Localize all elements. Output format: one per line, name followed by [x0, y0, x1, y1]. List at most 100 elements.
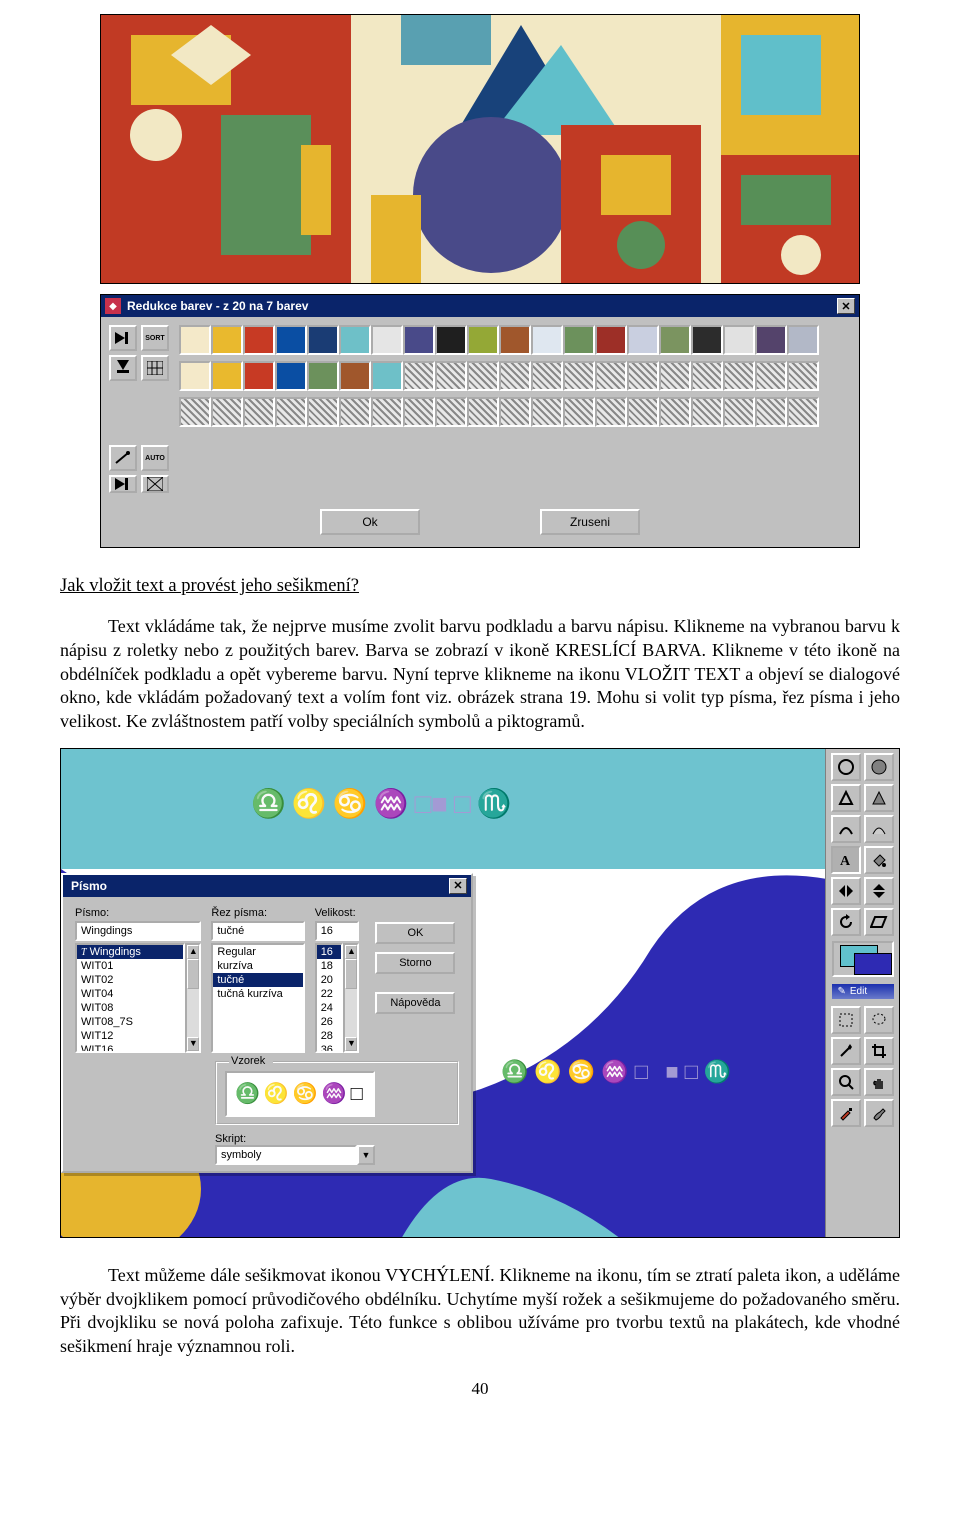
- arrow-right-button[interactable]: [109, 325, 137, 351]
- list-item[interactable]: 24: [317, 1001, 342, 1015]
- palette-swatch[interactable]: [179, 325, 211, 355]
- list-item[interactable]: 18: [317, 959, 342, 973]
- palette-swatch[interactable]: [179, 361, 211, 391]
- palette-swatch[interactable]: [755, 361, 787, 391]
- palette-swatch[interactable]: [499, 361, 531, 391]
- list-item[interactable]: WIT08: [77, 1001, 183, 1015]
- palette-swatch[interactable]: [531, 361, 563, 391]
- bucket-tool-icon[interactable]: [864, 846, 894, 874]
- grid-button[interactable]: [141, 355, 169, 381]
- list-item[interactable]: 36: [317, 1043, 342, 1053]
- palette-swatch[interactable]: [435, 325, 467, 355]
- font-help-button[interactable]: Nápověda: [375, 992, 455, 1014]
- list-item[interactable]: WIT01: [77, 959, 183, 973]
- palette-swatch[interactable]: [723, 397, 755, 427]
- polygon-tool-icon[interactable]: [831, 784, 861, 812]
- palette-swatch[interactable]: [211, 325, 243, 355]
- auto-button[interactable]: AUTO: [141, 445, 169, 471]
- palette-swatch[interactable]: [467, 361, 499, 391]
- list-item[interactable]: kurzíva: [213, 959, 302, 973]
- palette-swatch[interactable]: [563, 325, 595, 355]
- list-item[interactable]: tučná kurzíva: [213, 987, 302, 1001]
- list-item[interactable]: tučné: [213, 973, 302, 987]
- palette-swatch[interactable]: [275, 397, 307, 427]
- curve-tool-icon[interactable]: [831, 815, 861, 843]
- palette-swatch[interactable]: [595, 361, 627, 391]
- brush-tool-icon[interactable]: [864, 1099, 894, 1127]
- flip-h-tool-icon[interactable]: [831, 877, 861, 905]
- palette-swatch[interactable]: [787, 361, 819, 391]
- font-ok-button[interactable]: OK: [375, 922, 455, 944]
- palette-swatch[interactable]: [627, 361, 659, 391]
- palette-swatch[interactable]: [659, 397, 691, 427]
- list-item[interactable]: WIT02: [77, 973, 183, 987]
- list-item[interactable]: 22: [317, 987, 342, 1001]
- list-item[interactable]: WIT12: [77, 1029, 183, 1043]
- palette-swatch[interactable]: [371, 325, 403, 355]
- palette-swatch[interactable]: [563, 397, 595, 427]
- arrow-right-button-2[interactable]: [109, 475, 137, 493]
- palette-swatch[interactable]: [531, 325, 563, 355]
- scrollbar[interactable]: ▲▼: [343, 943, 359, 1053]
- palette-swatch[interactable]: [339, 361, 371, 391]
- cancel-button[interactable]: Zruseni: [540, 509, 640, 535]
- chevron-down-icon[interactable]: ▼: [357, 1145, 375, 1165]
- list-item[interactable]: 20: [317, 973, 342, 987]
- palette-swatch[interactable]: [787, 397, 819, 427]
- style-listbox[interactable]: Regularkurzívatučnétučná kurzíva: [211, 943, 304, 1053]
- wand-tool-icon[interactable]: [831, 1037, 861, 1065]
- crop-tool-icon[interactable]: [864, 1037, 894, 1065]
- palette-swatch[interactable]: [755, 325, 787, 355]
- list-item[interactable]: 26: [317, 1015, 342, 1029]
- palette-swatch[interactable]: [499, 397, 531, 427]
- palette-swatch[interactable]: [339, 325, 371, 355]
- palette-swatch[interactable]: [275, 361, 307, 391]
- script-combo[interactable]: symboly ▼: [215, 1145, 375, 1165]
- list-item[interactable]: 16: [317, 945, 342, 959]
- palette-swatch[interactable]: [499, 325, 531, 355]
- color-preview[interactable]: [832, 941, 894, 977]
- palette-swatch[interactable]: [307, 361, 339, 391]
- list-item[interactable]: WIT16: [77, 1043, 183, 1053]
- palette-swatch[interactable]: [211, 397, 243, 427]
- font-field-input[interactable]: Wingdings: [75, 921, 201, 941]
- wand-button[interactable]: [109, 445, 137, 471]
- palette-swatch[interactable]: [307, 397, 339, 427]
- palette-swatch[interactable]: [467, 325, 499, 355]
- palette-swatch[interactable]: [723, 325, 755, 355]
- palette-swatch[interactable]: [371, 397, 403, 427]
- palette-swatch[interactable]: [691, 361, 723, 391]
- palette-swatch[interactable]: [275, 325, 307, 355]
- palette-swatch[interactable]: [435, 397, 467, 427]
- palette-swatch[interactable]: [659, 361, 691, 391]
- lasso-tool-icon[interactable]: [864, 1006, 894, 1034]
- font-listbox[interactable]: TWingdingsWIT01WIT02WIT04WIT08WIT08_7SWI…: [75, 943, 185, 1053]
- arc-tool-icon[interactable]: [864, 815, 894, 843]
- palette-swatch[interactable]: [339, 397, 371, 427]
- palette-swatch[interactable]: [211, 361, 243, 391]
- palette-swatch[interactable]: [403, 325, 435, 355]
- cross-grid-button[interactable]: [141, 475, 169, 493]
- hand-tool-icon[interactable]: [864, 1068, 894, 1096]
- palette-swatch[interactable]: [243, 325, 275, 355]
- eyedrop-tool-icon[interactable]: [831, 1099, 861, 1127]
- palette-swatch[interactable]: [627, 397, 659, 427]
- text-tool-icon[interactable]: A: [831, 846, 861, 874]
- palette-swatch[interactable]: [531, 397, 563, 427]
- close-button[interactable]: ✕: [837, 298, 855, 314]
- list-item[interactable]: TWingdings: [77, 945, 183, 959]
- size-listbox[interactable]: 1618202224262836: [315, 943, 344, 1053]
- skew-tool-icon[interactable]: [864, 908, 894, 936]
- flip-v-tool-icon[interactable]: [864, 877, 894, 905]
- palette-swatch[interactable]: [787, 325, 819, 355]
- palette-swatch[interactable]: [563, 361, 595, 391]
- palette-swatch[interactable]: [659, 325, 691, 355]
- list-item[interactable]: WIT08_7S: [77, 1015, 183, 1029]
- font-cancel-button[interactable]: Storno: [375, 952, 455, 974]
- sort-button[interactable]: SORT: [141, 325, 169, 351]
- palette-swatch[interactable]: [243, 397, 275, 427]
- palette-swatch[interactable]: [243, 361, 275, 391]
- palette-swatch[interactable]: [307, 325, 339, 355]
- list-item[interactable]: WIT04: [77, 987, 183, 1001]
- palette-swatch[interactable]: [403, 397, 435, 427]
